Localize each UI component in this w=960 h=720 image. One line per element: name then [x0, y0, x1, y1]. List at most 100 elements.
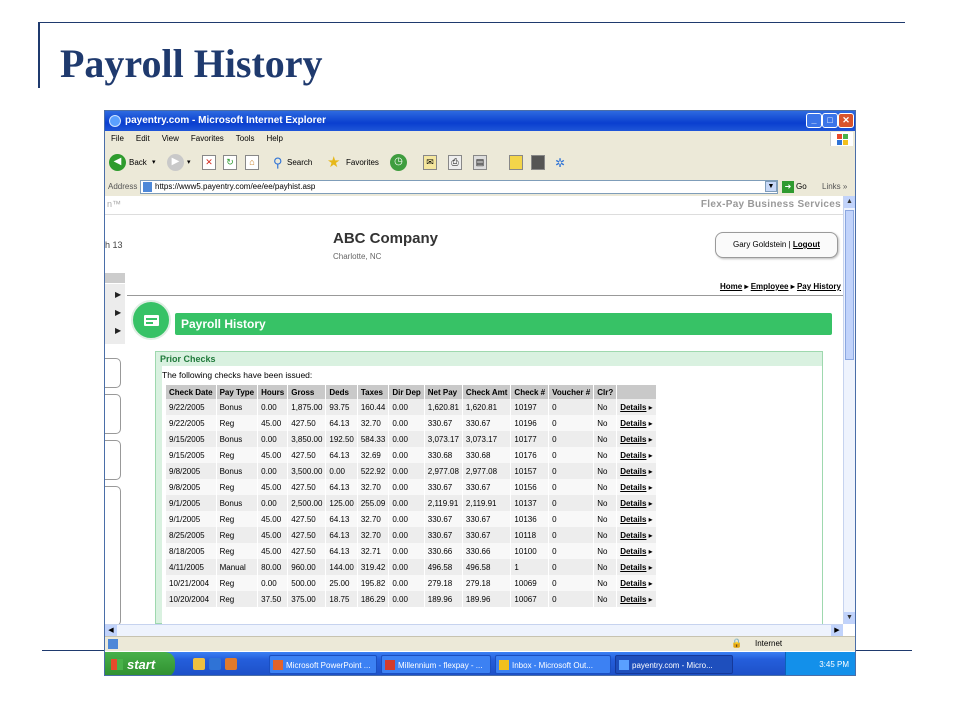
- scroll-thumb[interactable]: [845, 210, 854, 360]
- menu-edit[interactable]: Edit: [130, 131, 156, 143]
- details-link[interactable]: Details: [620, 467, 646, 476]
- menu-help[interactable]: Help: [260, 131, 288, 143]
- menu-tools[interactable]: Tools: [230, 131, 261, 143]
- search-icon[interactable]: ⚲: [273, 153, 283, 173]
- refresh-icon[interactable]: ↻: [223, 155, 237, 170]
- task-label: Microsoft PowerPoint ...: [286, 661, 371, 670]
- status-bar: 🔒 Internet: [105, 636, 855, 651]
- scroll-left-icon[interactable]: ◀: [105, 625, 117, 636]
- details-link[interactable]: Details: [620, 547, 646, 556]
- address-dropdown-icon[interactable]: ▼: [765, 181, 777, 192]
- breadcrumb-employee[interactable]: Employee: [751, 282, 789, 291]
- task-powerpoint[interactable]: Microsoft PowerPoint ...: [269, 655, 377, 674]
- details-link[interactable]: Details: [620, 563, 646, 572]
- go-button[interactable]: ➜ Go: [782, 180, 807, 194]
- back-arrow-icon[interactable]: ◀: [109, 154, 126, 171]
- table-cell: 32.70: [357, 415, 390, 431]
- messenger-icon[interactable]: ✲: [555, 153, 565, 173]
- menu-view[interactable]: View: [156, 131, 185, 143]
- favorites-star-icon[interactable]: ★: [327, 153, 340, 173]
- forward-arrow-icon[interactable]: ▶: [167, 154, 184, 171]
- column-header: Pay Type: [216, 385, 259, 399]
- forward-dropdown-icon[interactable]: ▾: [187, 153, 191, 173]
- start-label: start: [127, 657, 156, 672]
- address-input[interactable]: https://www5.payentry.com/ee/ee/payhist.…: [140, 180, 778, 194]
- maximize-button[interactable]: □: [822, 113, 838, 128]
- quicklaunch-icon[interactable]: [193, 658, 205, 670]
- start-button[interactable]: start: [105, 652, 175, 675]
- horizontal-scrollbar[interactable]: ◀ ▶: [105, 624, 843, 636]
- scroll-right-icon[interactable]: ▶: [831, 625, 843, 636]
- table-cell: 10136: [510, 511, 550, 527]
- research-icon[interactable]: [531, 155, 545, 170]
- details-cell: Details ▸: [616, 431, 657, 447]
- slide-accent-vertical-line: [38, 22, 40, 88]
- mail-icon[interactable]: ✉: [423, 155, 437, 170]
- edit-icon[interactable]: ▤: [473, 155, 487, 170]
- search-button-label[interactable]: Search: [287, 153, 312, 173]
- left-nav-tab[interactable]: [105, 394, 121, 434]
- details-link[interactable]: Details: [620, 515, 646, 524]
- history-icon[interactable]: ◷: [390, 154, 407, 171]
- details-link[interactable]: Details: [620, 419, 646, 428]
- left-nav-arrow-icon[interactable]: ▶: [115, 290, 121, 299]
- table-cell: 10069: [510, 575, 550, 591]
- details-link[interactable]: Details: [620, 595, 646, 604]
- menu-file[interactable]: File: [105, 131, 130, 143]
- quicklaunch-icon[interactable]: [225, 658, 237, 670]
- back-button-label[interactable]: Back: [129, 153, 147, 173]
- folder-icon[interactable]: [509, 155, 523, 170]
- go-arrow-icon: ➜: [782, 180, 794, 193]
- details-link[interactable]: Details: [620, 531, 646, 540]
- web-page: n™ Flex-Pay Business Services h 13 ABC C…: [105, 196, 843, 624]
- home-icon[interactable]: ⌂: [245, 155, 259, 170]
- links-toolbar[interactable]: Links »: [822, 182, 847, 191]
- left-nav-arrow-icon[interactable]: ▶: [115, 308, 121, 317]
- minimize-button[interactable]: _: [806, 113, 822, 128]
- details-link[interactable]: Details: [620, 403, 646, 412]
- details-arrow-icon: ▸: [646, 434, 653, 444]
- outlook-icon: [499, 660, 509, 670]
- left-nav-tab[interactable]: [105, 440, 121, 480]
- details-link[interactable]: Details: [620, 499, 646, 508]
- vertical-scrollbar[interactable]: ▲ ▼: [843, 196, 855, 624]
- task-internet-explorer[interactable]: payentry.com - Micro...: [615, 655, 733, 674]
- favorites-button-label[interactable]: Favorites: [346, 153, 379, 173]
- left-nav-arrow-icon[interactable]: ▶: [115, 326, 121, 335]
- scroll-up-icon[interactable]: ▲: [844, 196, 855, 208]
- close-button[interactable]: ✕: [838, 113, 854, 128]
- menu-favorites[interactable]: Favorites: [185, 131, 230, 143]
- column-header: Voucher #: [548, 385, 595, 399]
- print-icon[interactable]: ⎙: [448, 155, 462, 170]
- details-link[interactable]: Details: [620, 579, 646, 588]
- table-cell: 10196: [510, 415, 550, 431]
- scroll-down-icon[interactable]: ▼: [844, 612, 855, 624]
- left-nav-tab[interactable]: [105, 486, 121, 624]
- details-link[interactable]: Details: [620, 483, 646, 492]
- details-link[interactable]: Details: [620, 451, 646, 460]
- table-cell: 0.00: [325, 463, 358, 479]
- breadcrumb-home[interactable]: Home: [720, 282, 742, 291]
- links-label: Links: [822, 182, 841, 191]
- back-dropdown-icon[interactable]: ▾: [152, 153, 156, 173]
- task-millennium[interactable]: Millennium - flexpay - ...: [381, 655, 491, 674]
- stop-icon[interactable]: ✕: [202, 155, 216, 170]
- task-outlook[interactable]: Inbox - Microsoft Out...: [495, 655, 611, 674]
- left-nav-tab[interactable]: [105, 358, 121, 388]
- table-cell: 0.00: [257, 399, 289, 415]
- table-cell: 330.68: [424, 447, 463, 463]
- user-separator: |: [788, 240, 791, 249]
- logout-link[interactable]: Logout: [793, 240, 820, 249]
- site-header-bar: n™ Flex-Pay Business Services: [105, 196, 843, 215]
- table-cell: 0: [548, 399, 595, 415]
- table-cell: 80.00: [257, 559, 289, 575]
- table-cell: No: [593, 479, 618, 495]
- table-cell: 144.00: [325, 559, 358, 575]
- table-cell: 0.00: [388, 591, 425, 607]
- breadcrumb-divider: [127, 295, 843, 296]
- quicklaunch-icon[interactable]: [209, 658, 221, 670]
- details-link[interactable]: Details: [620, 435, 646, 444]
- table-cell: 3,073.17: [462, 431, 512, 447]
- breadcrumb-pay-history[interactable]: Pay History: [797, 282, 841, 291]
- payroll-card-icon: [131, 300, 171, 340]
